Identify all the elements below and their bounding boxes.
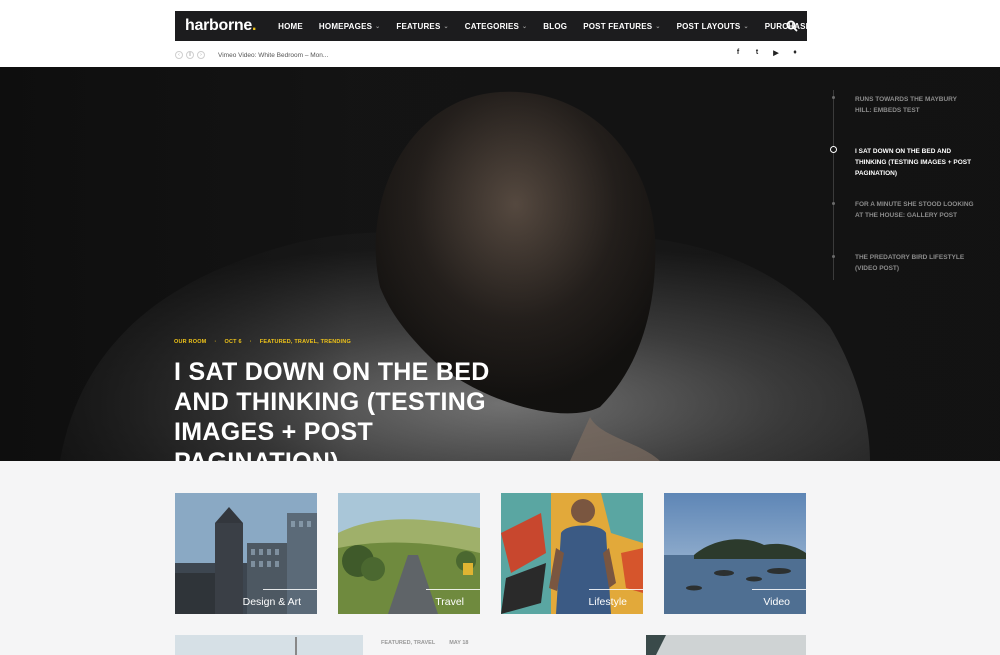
side-post-3[interactable]: FOR A MINUTE SHE STOOD LOOKING AT THE HO… [855, 199, 975, 221]
main-navbar: harborne. HOME HOMEPAGES ⌄ FEATURES ⌄ CATE… [175, 11, 811, 41]
search-icon[interactable] [785, 19, 799, 33]
chevron-down-icon: ⌄ [522, 23, 528, 30]
category-divider [426, 589, 480, 590]
post-meta: FEATURED, TRAVEL MAY 18 [381, 640, 468, 646]
nav-item-blog[interactable]: BLOG [535, 11, 575, 41]
chevron-left-icon[interactable]: ‹ [175, 51, 183, 59]
category-label: Lifestyle [588, 596, 627, 608]
category-divider [263, 589, 317, 590]
chevron-down-icon: ⌄ [655, 23, 661, 30]
post-tags[interactable]: FEATURED, TRAVEL [381, 640, 435, 646]
category-card-design-art[interactable]: Design & Art [175, 493, 317, 614]
side-post-1[interactable]: RUNS TOWARDS THE MAYBURY HILL: EMBEDS TE… [855, 94, 975, 116]
ticker-headline[interactable]: Vimeo Video: White Bedroom – Mon... [218, 52, 328, 59]
category-label: Travel [435, 596, 464, 608]
chevron-down-icon: ⌄ [743, 23, 749, 30]
nav-item-categories[interactable]: CATEGORIES ⌄ [457, 11, 536, 41]
post-date: OCT 6 [224, 339, 242, 345]
hero-featured-post[interactable]: OUR ROOM · OCT 6 · FEATURED, TRAVEL, TRE… [0, 67, 1000, 461]
main-menu: HOME HOMEPAGES ⌄ FEATURES ⌄ CATEGORIES ⌄ BL… [270, 11, 819, 41]
category-card-travel[interactable]: Travel [338, 493, 480, 614]
pause-icon[interactable]: ‖ [186, 51, 194, 59]
category-card-lifestyle[interactable]: Lifestyle [501, 493, 643, 614]
side-post-2[interactable]: I SAT DOWN ON THE BED AND THINKING (TEST… [855, 146, 975, 179]
side-timeline [833, 90, 834, 280]
post-thumbnail[interactable] [175, 635, 363, 655]
category-divider [589, 589, 643, 590]
chevron-right-icon[interactable]: › [197, 51, 205, 59]
nav-item-home[interactable]: HOME [270, 11, 311, 41]
youtube-icon[interactable]: ▶ [772, 49, 780, 57]
nav-item-post-features[interactable]: POST FEATURES ⌄ [575, 11, 668, 41]
category-label: Design & Art [242, 596, 301, 608]
facebook-icon[interactable]: f [734, 49, 742, 57]
news-ticker: ‹ ‖ › Vimeo Video: White Bedroom – Mon..… [175, 48, 328, 62]
snapchat-icon[interactable]: ♦ [791, 49, 799, 57]
side-post-4[interactable]: THE PREDATORY BIRD LIFESTYLE (VIDEO POST… [855, 252, 975, 274]
category-card-video[interactable]: Video [664, 493, 806, 614]
chevron-down-icon: ⌄ [443, 23, 449, 30]
timeline-dot [832, 255, 835, 258]
hero-post-title[interactable]: I SAT DOWN ON THE BED AND THINKING (TEST… [174, 357, 504, 461]
hero-post-meta: OUR ROOM · OCT 6 · FEATURED, TRAVEL, TRE… [174, 339, 351, 345]
social-links: f t ▶ ♦ [734, 49, 799, 57]
post-thumbnail[interactable] [646, 635, 806, 655]
category-label: Video [763, 596, 790, 608]
timeline-dot [832, 96, 835, 99]
site-logo[interactable]: harborne. [185, 17, 256, 35]
post-author[interactable]: OUR ROOM [174, 339, 206, 345]
post-tags[interactable]: FEATURED, TRAVEL, TRENDING [260, 339, 351, 345]
nav-item-features[interactable]: FEATURES ⌄ [388, 11, 456, 41]
chevron-down-icon: ⌄ [375, 23, 381, 30]
timeline-dot [832, 202, 835, 205]
timeline-active-dot [830, 146, 837, 153]
nav-item-post-layouts[interactable]: POST LAYOUTS ⌄ [669, 11, 757, 41]
twitter-icon[interactable]: t [753, 49, 761, 57]
nav-item-homepages[interactable]: HOMEPAGES ⌄ [311, 11, 388, 41]
post-date: MAY 18 [449, 640, 469, 646]
category-divider [752, 589, 806, 590]
